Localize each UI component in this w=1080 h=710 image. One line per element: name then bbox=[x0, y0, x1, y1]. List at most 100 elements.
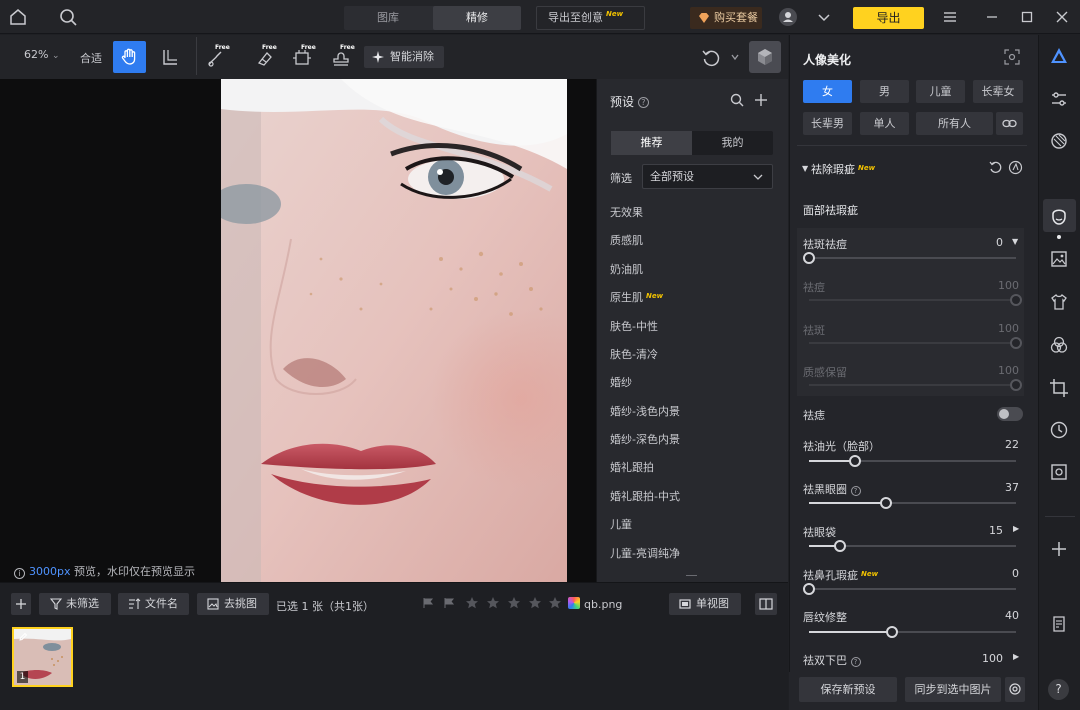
slider-knob[interactable] bbox=[1010, 379, 1022, 391]
slider-spot-acne[interactable] bbox=[803, 252, 1016, 264]
add-tool-icon[interactable] bbox=[1049, 539, 1069, 559]
chip-single[interactable]: 单人 bbox=[860, 112, 909, 135]
auto-icon[interactable] bbox=[1008, 160, 1023, 175]
slider-value[interactable]: 100 bbox=[998, 322, 1019, 335]
slider-knob[interactable] bbox=[885, 626, 898, 638]
thumbnail[interactable]: 1 bbox=[12, 627, 73, 687]
compare-view-button[interactable] bbox=[755, 593, 777, 615]
maximize-icon[interactable] bbox=[1017, 7, 1037, 27]
undo-history-icon[interactable] bbox=[700, 47, 722, 69]
slider-knob[interactable] bbox=[803, 583, 815, 595]
tab-retouch[interactable]: 精修 bbox=[433, 6, 521, 30]
star-icon[interactable] bbox=[548, 596, 562, 610]
add-images-button[interactable] bbox=[11, 593, 31, 615]
link-button[interactable] bbox=[996, 112, 1023, 135]
portrait-photo[interactable] bbox=[221, 79, 567, 582]
zoom-dropdown[interactable]: 62% ⌄ bbox=[24, 48, 60, 61]
tshirt-icon[interactable] bbox=[1049, 292, 1069, 312]
preset-search-icon[interactable] bbox=[729, 92, 745, 108]
slider-knob[interactable] bbox=[848, 455, 861, 467]
preset-item[interactable]: 原生肌 New bbox=[610, 289, 663, 305]
preset-item[interactable]: 婚纱-浅色内景 bbox=[610, 403, 680, 419]
color-circles-icon[interactable] bbox=[1049, 335, 1069, 355]
preset-item[interactable]: 婚礼跟拍 bbox=[610, 459, 654, 475]
smart-erase-button[interactable]: 智能消除 bbox=[364, 46, 444, 68]
help-icon[interactable]: ? bbox=[850, 657, 861, 667]
preset-item[interactable]: 婚纱-深色内景 bbox=[610, 431, 680, 447]
add-preset-icon[interactable] bbox=[753, 92, 769, 108]
pick-images-button[interactable]: 去挑图 bbox=[197, 593, 269, 615]
chevron-down-icon[interactable] bbox=[814, 7, 834, 27]
slider-knob[interactable] bbox=[1010, 337, 1022, 349]
face-detect-icon[interactable] bbox=[1004, 49, 1020, 65]
close-icon[interactable] bbox=[1052, 7, 1072, 27]
slider-knob[interactable] bbox=[834, 540, 847, 552]
slider-value[interactable]: 15 bbox=[989, 524, 1003, 537]
preset-filter-select[interactable]: 全部预设 bbox=[642, 164, 773, 189]
mole-toggle[interactable] bbox=[997, 407, 1023, 421]
minimize-icon[interactable] bbox=[982, 7, 1002, 27]
slider-value[interactable]: 100 bbox=[998, 279, 1019, 292]
flag-reject-icon[interactable] bbox=[443, 597, 455, 609]
history-clock-icon[interactable] bbox=[1049, 420, 1069, 440]
tab-gallery[interactable]: 图库 bbox=[344, 6, 432, 30]
slider-value[interactable]: 22 bbox=[1005, 438, 1019, 451]
slider-knob[interactable] bbox=[879, 497, 892, 509]
tab-recommended[interactable]: 推荐 bbox=[611, 131, 692, 155]
help-question-icon[interactable]: ? bbox=[1048, 679, 1069, 700]
expand-caret-icon[interactable]: ▶ bbox=[1013, 652, 1019, 661]
help-icon[interactable]: ? bbox=[850, 486, 861, 496]
expand-caret-icon[interactable]: ▶ bbox=[1013, 524, 1019, 533]
sync-settings-button[interactable] bbox=[1005, 677, 1025, 702]
export-to-creative-button[interactable]: 导出至创意 New bbox=[536, 6, 645, 30]
slider-texture-keep[interactable] bbox=[809, 379, 1022, 391]
slider-value[interactable]: 100 bbox=[982, 652, 1003, 665]
home-icon[interactable] bbox=[8, 7, 28, 27]
slider-value[interactable]: 0 bbox=[996, 236, 1003, 249]
chip-everyone[interactable]: 所有人 bbox=[916, 112, 993, 135]
preset-item[interactable]: 儿童 bbox=[610, 516, 632, 532]
slider-value[interactable]: 0 bbox=[1012, 567, 1019, 580]
app-logo-icon[interactable] bbox=[1049, 46, 1069, 66]
tab-mine[interactable]: 我的 bbox=[692, 131, 773, 155]
menu-icon[interactable] bbox=[940, 7, 960, 27]
slider-knob[interactable] bbox=[1010, 294, 1022, 306]
preset-item[interactable]: 婚礼跟拍-中式 bbox=[610, 488, 680, 504]
face-beauty-icon[interactable] bbox=[1049, 206, 1069, 226]
ruler-icon[interactable] bbox=[160, 47, 180, 67]
preset-item[interactable]: 质感肌 bbox=[610, 232, 643, 248]
chip-male[interactable]: 男 bbox=[860, 80, 909, 103]
single-view-button[interactable]: 单视图 bbox=[669, 593, 741, 615]
search-icon[interactable] bbox=[58, 7, 78, 27]
buy-plan-button[interactable]: 购买套餐 bbox=[690, 7, 762, 29]
flag-icon[interactable] bbox=[422, 597, 434, 609]
preset-item[interactable]: 儿童-亮调纯净 bbox=[610, 545, 680, 561]
feedback-note-icon[interactable] bbox=[1049, 614, 1069, 634]
hand-tool-button[interactable] bbox=[113, 41, 146, 73]
chip-elder-male[interactable]: 长辈男 bbox=[803, 112, 852, 135]
slider-pore[interactable] bbox=[803, 583, 1016, 595]
slider-lip[interactable] bbox=[809, 626, 1016, 638]
preset-item[interactable]: 婚纱 bbox=[610, 374, 632, 390]
user-avatar-icon[interactable] bbox=[778, 7, 798, 27]
reset-icon[interactable] bbox=[988, 160, 1003, 175]
crop-icon[interactable] bbox=[1049, 378, 1069, 398]
save-preset-button[interactable]: 保存新预设 bbox=[799, 677, 897, 702]
preset-item[interactable]: 肤色-中性 bbox=[610, 318, 658, 334]
landscape-image-icon[interactable] bbox=[1049, 249, 1069, 269]
adjust-sliders-icon[interactable] bbox=[1049, 89, 1069, 109]
slider-oil[interactable] bbox=[809, 455, 1016, 467]
preset-item[interactable]: 无效果 bbox=[610, 204, 643, 220]
slider-value[interactable]: 40 bbox=[1005, 609, 1019, 622]
expand-caret-icon[interactable]: ▼ bbox=[1012, 237, 1018, 246]
3d-cube-button[interactable] bbox=[749, 41, 781, 73]
fit-button[interactable]: 合适 bbox=[80, 50, 102, 66]
sort-filename-button[interactable]: 文件名 bbox=[118, 593, 189, 615]
slider-acne[interactable] bbox=[809, 294, 1022, 306]
watermark-frame-icon[interactable] bbox=[1049, 462, 1069, 482]
chip-female[interactable]: 女 bbox=[803, 80, 852, 103]
section-blemish[interactable]: 祛除瑕疵 New bbox=[811, 161, 875, 177]
export-button[interactable]: 导出 bbox=[853, 7, 924, 29]
preset-item[interactable]: 肤色-清冷 bbox=[610, 346, 658, 362]
help-icon[interactable]: ? bbox=[637, 97, 649, 108]
